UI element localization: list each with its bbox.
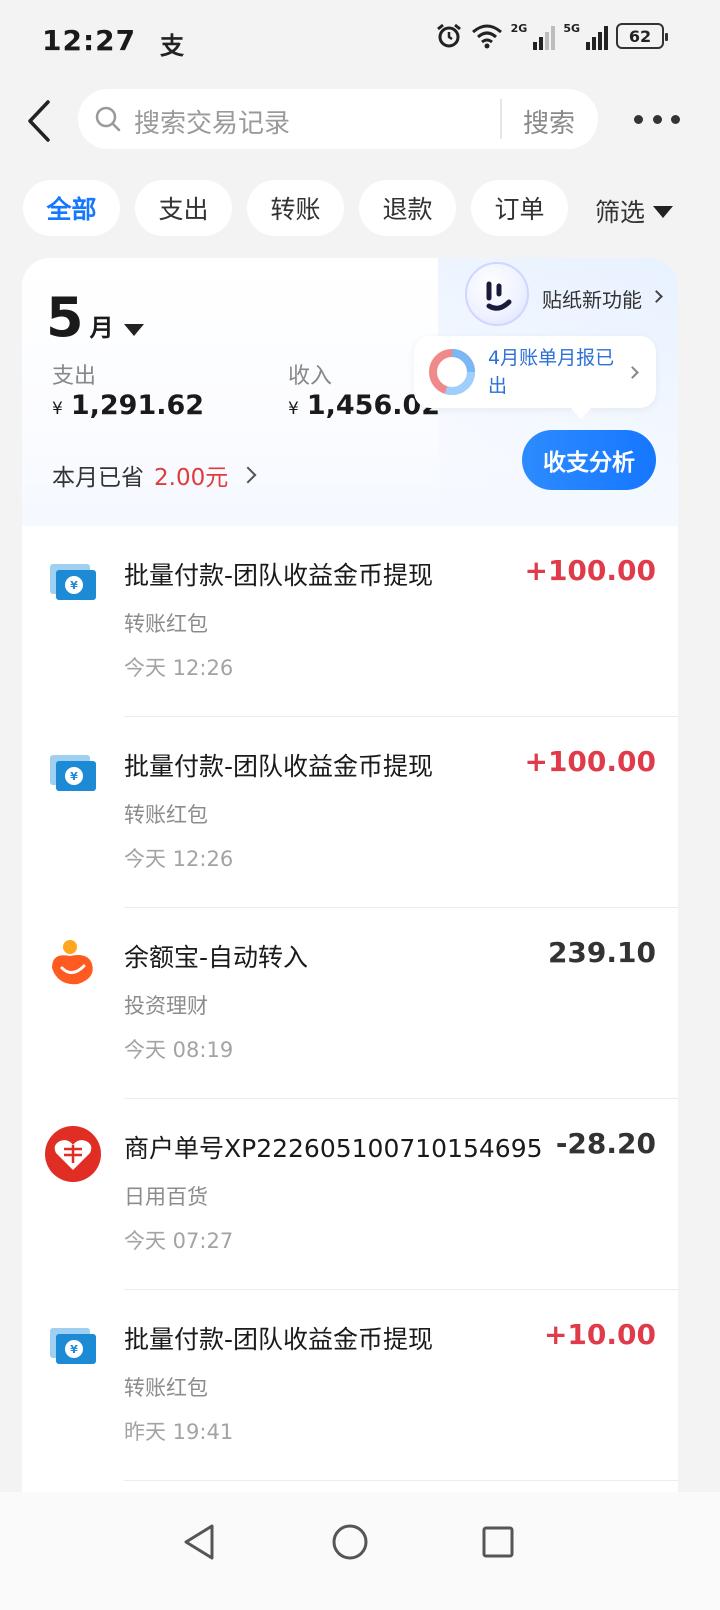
transfer-red-packet-icon: ¥ (50, 1328, 96, 1364)
month-number: 5 (46, 286, 84, 349)
svg-text:¥: ¥ (70, 579, 78, 592)
transaction-amount: +100.00 (524, 745, 656, 778)
transaction-amount: +100.00 (524, 554, 656, 587)
nav-back-icon[interactable] (170, 1512, 230, 1572)
transfer-red-packet-icon: ¥ (50, 564, 96, 600)
pinduoduo-icon (45, 1126, 101, 1182)
transaction-category: 转账红包 (124, 803, 208, 827)
expense-total: ¥1,291.62 (52, 390, 204, 421)
alipay-notification-icon: 支 (160, 32, 184, 60)
search-divider (500, 99, 502, 139)
transaction-amount: +10.00 (543, 1318, 656, 1351)
svg-text:¥: ¥ (70, 1343, 78, 1356)
income-label: 收入 (288, 364, 333, 389)
transaction-row[interactable]: 商户单号XP2226051007101546955... 日用百货 今天 07:… (22, 1099, 678, 1290)
network-5g-label: 5G (563, 22, 580, 35)
monthly-report-bubble[interactable]: 4月账单月报已出 (414, 336, 656, 408)
filter-chips: 全部 支出 转账 退款 订单 (23, 180, 568, 236)
filter-label: 筛选 (595, 198, 646, 227)
transaction-row[interactable]: 余额宝-自动转入 投资理财 今天 08:19 239.10 (22, 908, 678, 1099)
back-button[interactable] (22, 96, 62, 146)
transaction-time: 今天 12:26 (124, 656, 234, 680)
transaction-title: 批量付款-团队收益金币提现 (124, 561, 434, 590)
transaction-category: 投资理财 (124, 994, 208, 1018)
sticker-feature-entry[interactable]: 贴纸新功能 (462, 260, 678, 332)
transaction-category: 转账红包 (124, 1376, 208, 1400)
month-selector[interactable]: 5 月 (46, 286, 144, 349)
row-divider (124, 1480, 678, 1481)
status-time: 12:27 (42, 24, 137, 57)
search-button[interactable]: 搜索 (523, 103, 575, 140)
nav-home-icon[interactable] (320, 1512, 380, 1572)
savings-label: 本月已省 (52, 465, 144, 491)
filter-chip-transfer[interactable]: 转账 (247, 180, 344, 236)
filter-chip-refund[interactable]: 退款 (359, 180, 456, 236)
transaction-category: 转账红包 (124, 612, 208, 636)
transaction-title: 商户单号XP2226051007101546955... (124, 1134, 544, 1163)
transaction-time: 今天 07:27 (124, 1229, 234, 1253)
more-dot-icon (634, 114, 643, 124)
status-bar: 12:27 支 2G 5G 62 (0, 0, 720, 84)
expense-label: 支出 (52, 364, 97, 389)
svg-text:¥: ¥ (70, 770, 78, 783)
transaction-row[interactable]: ¥ 批量付款-团队收益金币提现 转账红包 昨天 19:41 +10.00 (22, 1290, 678, 1481)
transfer-red-packet-icon: ¥ (50, 755, 96, 791)
report-donut-icon (429, 349, 475, 395)
signal-5g-icon (586, 22, 608, 50)
battery-indicator: 62 (616, 23, 668, 49)
network-2g-label: 2G (510, 22, 528, 35)
currency-symbol: ¥ (288, 399, 299, 419)
search-input[interactable]: 搜索交易记录 (134, 103, 290, 140)
nav-recents-icon[interactable] (468, 1512, 528, 1572)
sticker-mascot-icon (465, 262, 529, 326)
chevron-right-icon (239, 466, 257, 484)
transaction-time: 今天 08:19 (124, 1038, 234, 1062)
sticker-feature-label: 贴纸新功能 (542, 288, 642, 312)
chevron-right-icon (626, 366, 639, 379)
transaction-title: 批量付款-团队收益金币提现 (124, 1325, 434, 1354)
transaction-category: 日用百货 (124, 1185, 208, 1209)
chevron-right-icon (650, 290, 663, 303)
currency-symbol: ¥ (52, 399, 63, 419)
chevron-left-icon (28, 100, 50, 142)
more-options-button[interactable] (634, 104, 680, 134)
filter-chip-order[interactable]: 订单 (471, 180, 568, 236)
report-text: 4月账单月报已出 (488, 347, 615, 397)
transaction-time: 今天 12:26 (124, 847, 234, 871)
system-nav-bar (0, 1492, 720, 1610)
expense-value: 1,291.62 (70, 390, 205, 421)
alarm-icon (436, 23, 461, 48)
transaction-row[interactable]: ¥ 批量付款-团队收益金币提现 转账红包 今天 12:26 +100.00 (22, 526, 678, 717)
savings-amount: 2.00元 (154, 465, 229, 491)
transaction-amount: 239.10 (547, 936, 656, 969)
transaction-row[interactable]: ¥ 批量付款-团队收益金币提现 转账红包 今天 12:26 +100.00 (22, 717, 678, 908)
month-unit: 月 (89, 314, 114, 342)
caret-down-icon (123, 324, 144, 336)
transaction-time: 昨天 19:41 (124, 1420, 234, 1444)
more-dot-icon (671, 114, 680, 124)
transaction-title: 余额宝-自动转入 (124, 943, 309, 972)
wifi-icon (471, 24, 502, 49)
search-bar[interactable]: 搜索交易记录 搜索 (78, 89, 598, 149)
transaction-title: 批量付款-团队收益金币提现 (124, 752, 434, 781)
bill-card: 5 月 支出 ¥1,291.62 收入 ¥1,456.02 本月已省 2.00元… (22, 258, 678, 1518)
filter-dropdown[interactable]: 筛选 (595, 193, 674, 229)
search-icon (95, 106, 121, 132)
more-dot-icon (652, 114, 662, 124)
filter-chip-all[interactable]: 全部 (23, 180, 120, 236)
transaction-amount: -28.20 (555, 1127, 656, 1160)
income-expense-analysis-button[interactable]: 收支分析 (522, 430, 656, 490)
monthly-savings[interactable]: 本月已省 2.00元 (52, 458, 257, 492)
signal-2g-icon (533, 22, 556, 50)
status-indicators: 2G 5G 62 (435, 22, 668, 50)
yuebao-icon (52, 940, 93, 985)
filter-chip-expense[interactable]: 支出 (135, 180, 232, 236)
caret-down-icon (653, 206, 674, 218)
